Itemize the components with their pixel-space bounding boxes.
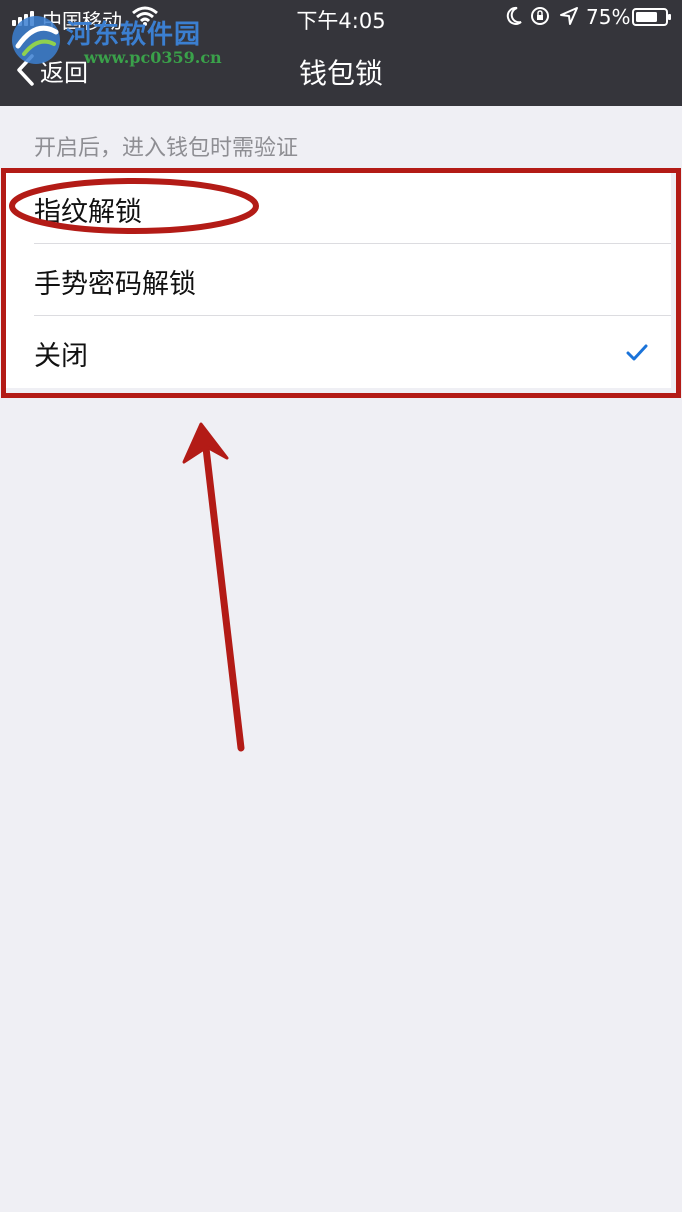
location-icon xyxy=(560,7,578,25)
watermark-logo-icon xyxy=(12,16,60,64)
option-label: 指纹解锁 xyxy=(34,197,142,228)
option-gesture-password-unlock[interactable]: 手势密码解锁 xyxy=(4,244,671,316)
annotation-arrow-shaft xyxy=(202,444,245,752)
battery-percent: 75% xyxy=(586,5,631,29)
unlock-option-list: 指纹解锁 手势密码解锁 关闭 xyxy=(4,172,671,388)
option-label: 关闭 xyxy=(34,341,88,372)
watermark-url: www.pc0359.cn xyxy=(84,48,222,67)
checkmark-icon xyxy=(626,344,648,361)
watermark-name: 河东软件园 xyxy=(66,20,202,50)
battery-icon xyxy=(632,8,671,26)
annotation-arrow-head-icon xyxy=(182,422,229,464)
option-off[interactable]: 关闭 xyxy=(4,316,671,388)
lock-rotation-icon xyxy=(531,7,549,25)
option-label: 手势密码解锁 xyxy=(34,269,196,300)
section-header: 开启后，进入钱包时需验证 xyxy=(34,136,299,161)
moon-icon xyxy=(506,6,522,25)
option-fingerprint-unlock[interactable]: 指纹解锁 xyxy=(4,172,671,244)
header: 中国移动 下午4:05 75% 返回 钱包锁 河东软件园 www.pc0359.… xyxy=(0,0,682,106)
